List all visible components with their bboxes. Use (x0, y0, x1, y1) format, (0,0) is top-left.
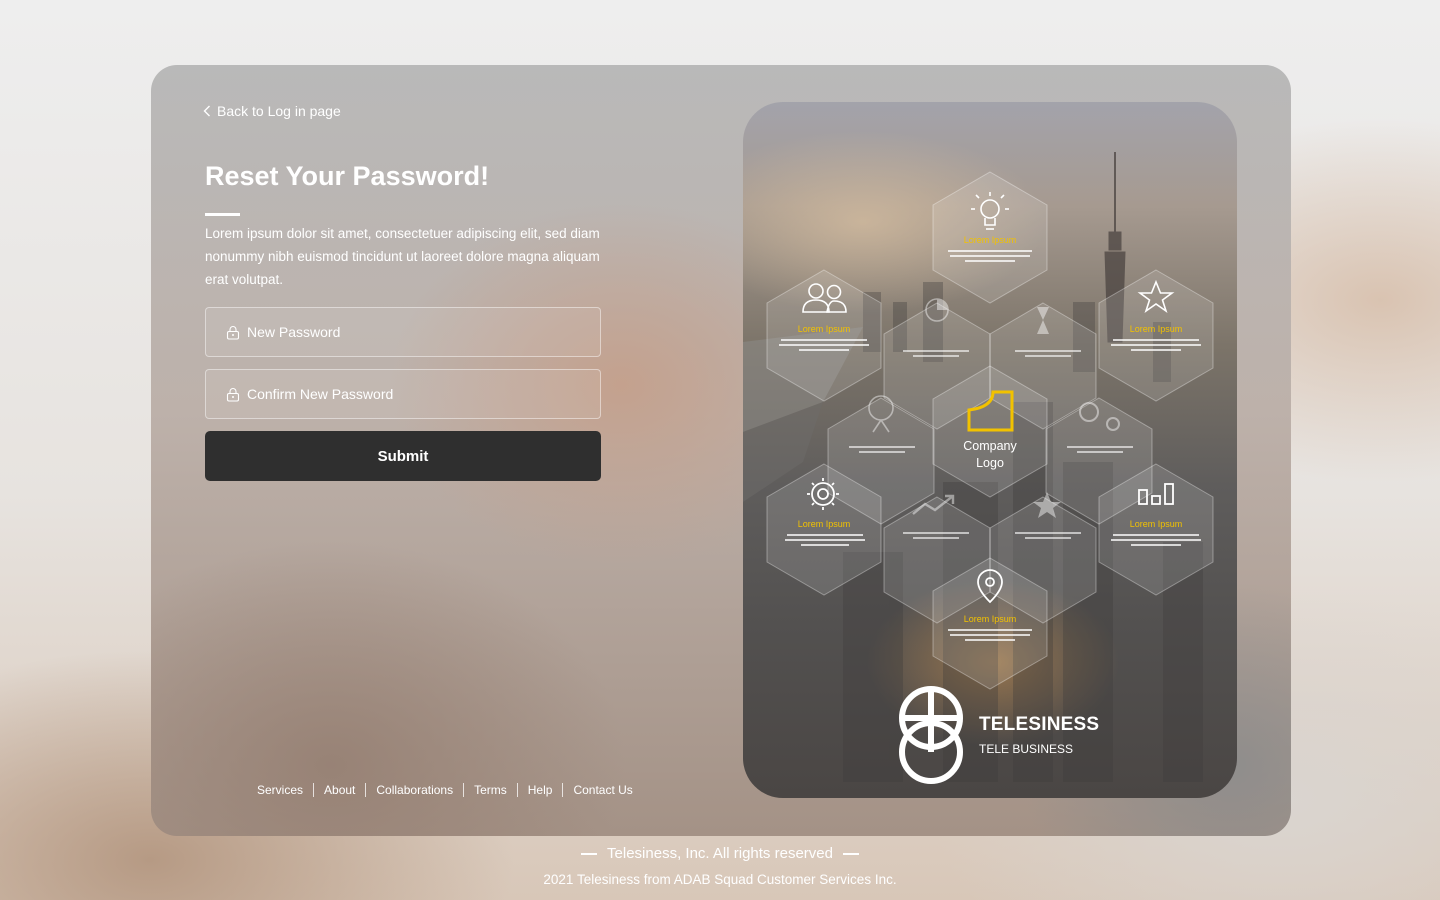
copyright-dash (842, 852, 859, 855)
hex-title: Lorem Ipsum (798, 519, 851, 529)
new-password-input[interactable] (247, 308, 600, 356)
copyright-dash (581, 852, 598, 855)
reset-password-card: Back to Log in page Reset Your Password!… (151, 65, 1291, 836)
submit-button[interactable]: Submit (205, 431, 601, 481)
confirm-password-field[interactable] (205, 369, 601, 419)
footer-link-help[interactable]: Help (516, 783, 563, 797)
brand-block: TELESINESS TELE BUSINESS (893, 686, 1099, 784)
brand-name: TELESINESS (979, 714, 1100, 735)
back-to-login-link[interactable]: Back to Log in page (203, 101, 341, 121)
footer-link-collaborations[interactable]: Collaborations (365, 783, 463, 797)
brand-tagline: TELE BUSINESS (979, 742, 1074, 756)
hero-image-panel: Lorem Ipsum Lorem Ipsum Lorem Ipsum Comp… (743, 102, 1237, 798)
footer-link-contact-us[interactable]: Contact Us (562, 783, 642, 797)
company-logo-label-line1: Company (963, 439, 1017, 453)
lock-icon (226, 387, 240, 402)
copyright-text: Telesiness, Inc. All rights reserved (607, 845, 833, 862)
back-link-label: Back to Log in page (217, 103, 341, 119)
hex-title: Lorem Ipsum (1130, 324, 1183, 334)
new-password-field[interactable] (205, 307, 601, 357)
title-divider (205, 213, 240, 216)
footer-nav: Services About Collaborations Terms Help… (247, 783, 643, 797)
hex-title: Lorem Ipsum (1130, 519, 1183, 529)
footer-link-about[interactable]: About (313, 783, 365, 797)
page-title: Reset Your Password! (205, 161, 490, 191)
footer-link-services[interactable]: Services (247, 783, 313, 797)
company-credit: 2021 Telesiness from ADAB Squad Customer… (543, 872, 897, 887)
hex-title: Lorem Ipsum (798, 324, 851, 334)
hex-title: Lorem Ipsum (964, 614, 1017, 624)
footer-link-terms[interactable]: Terms (463, 783, 517, 797)
form-description: Lorem ipsum dolor sit amet, consectetuer… (205, 226, 600, 287)
hex-title: Lorem Ipsum (964, 235, 1017, 245)
telesiness-logo-icon (899, 686, 963, 784)
confirm-password-input[interactable] (247, 370, 600, 418)
copyright-line: Telesiness, Inc. All rights reserved (0, 845, 1440, 862)
company-logo-label-line2: Logo (976, 456, 1004, 470)
chevron-left-icon (203, 105, 210, 117)
lock-icon (226, 325, 240, 340)
